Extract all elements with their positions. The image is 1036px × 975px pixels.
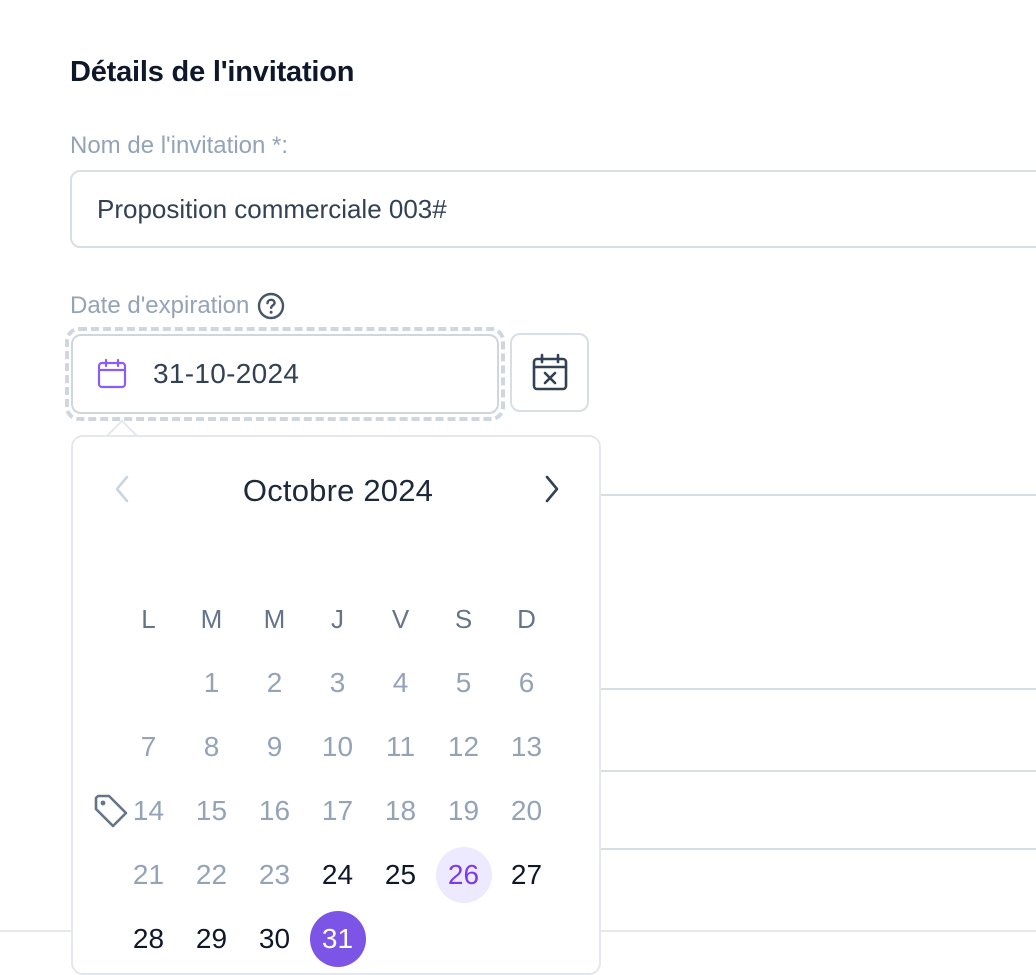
calendar-day: 13: [510, 731, 543, 762]
calendar-day: 20: [510, 795, 543, 826]
date-picker-popover: Octobre 2024 L M M J V S D 1 2 3 4 5 6 7…: [71, 435, 601, 975]
section-title: Détails de l'invitation: [70, 56, 355, 88]
weekday-label: S: [454, 603, 473, 634]
calendar-day: 3: [329, 667, 346, 698]
background-divider: [598, 688, 1036, 690]
weekday-label: J: [331, 603, 344, 634]
calendar-day: 21: [132, 859, 165, 890]
background-divider: [598, 770, 1036, 772]
calendar-icon: [97, 358, 127, 389]
calendar-day: 5: [455, 667, 472, 698]
calendar-grid: L M M J V S D 1 2 3 4 5 6 7 8 9 10 11 12…: [117, 587, 558, 971]
calendar-day[interactable]: 28: [117, 911, 180, 967]
calendar-week-row: 1 2 3 4 5 6: [117, 651, 558, 715]
calendar-month-title: Octobre 2024: [242, 473, 434, 508]
calendar-day-selected[interactable]: 31: [306, 911, 369, 967]
calendar-day: 12: [447, 731, 480, 762]
calendar-day: 6: [518, 667, 535, 698]
calendar-day[interactable]: 25: [369, 847, 432, 903]
invitation-name-label: Nom de l'invitation *:: [70, 132, 289, 159]
weekday-label: M: [263, 603, 286, 634]
calendar-day: 15: [195, 795, 228, 826]
weekday-label: L: [141, 603, 156, 634]
background-divider: [598, 848, 1036, 850]
weekday-label: M: [200, 603, 223, 634]
calendar-weekday-row: L M M J V S D: [117, 587, 558, 651]
calendar-day: 8: [203, 731, 220, 762]
calendar-day: 17: [321, 795, 354, 826]
calendar-day: 18: [384, 795, 417, 826]
calendar-day: 22: [195, 859, 228, 890]
calendar-day[interactable]: 24: [306, 847, 369, 903]
invitation-name-value: Proposition commerciale 003#: [97, 193, 447, 224]
invitation-name-input[interactable]: Proposition commerciale 003#: [70, 170, 1036, 248]
expiration-date-value: 31-10-2024: [153, 358, 300, 389]
expiration-date-label-row: Date d'expiration: [70, 292, 285, 320]
calendar-day: 10: [321, 731, 354, 762]
calendar-day-empty: [117, 655, 180, 711]
calendar-week-row: 14 15 16 17 18 19 20: [117, 779, 558, 843]
clear-date-button[interactable]: [510, 333, 589, 412]
calendar-clear-icon: [532, 353, 567, 390]
calendar-day: 4: [392, 667, 409, 698]
calendar-week-row: 7 8 9 10 11 12 13: [117, 715, 558, 779]
calendar-day: 11: [385, 731, 416, 762]
expiration-date-input[interactable]: 31-10-2024: [71, 334, 499, 414]
calendar-week-row: 21 22 23 24 25 26 27: [117, 843, 558, 907]
calendar-day[interactable]: 29: [180, 911, 243, 967]
weekday-label: D: [517, 603, 536, 634]
calendar-day: 9: [266, 731, 283, 762]
background-divider: [598, 494, 1036, 496]
weekday-label: V: [391, 603, 410, 634]
calendar-day: 1: [203, 667, 220, 698]
expiration-date-label: Date d'expiration: [70, 292, 250, 319]
calendar-day[interactable]: 30: [243, 911, 306, 967]
calendar-day: 7: [140, 731, 157, 762]
calendar-day[interactable]: 27: [495, 847, 558, 903]
calendar-day: 23: [258, 859, 291, 890]
help-icon[interactable]: [257, 292, 285, 320]
calendar-day: 2: [266, 667, 283, 698]
calendar-day-today[interactable]: 26: [432, 847, 495, 903]
chevron-left-icon[interactable]: [109, 473, 135, 505]
calendar-day: 16: [258, 795, 291, 826]
calendar-day: 19: [447, 795, 480, 826]
tag-icon: [94, 794, 128, 828]
calendar-week-row: 28 29 30 31: [117, 907, 558, 971]
chevron-right-icon[interactable]: [539, 473, 565, 505]
